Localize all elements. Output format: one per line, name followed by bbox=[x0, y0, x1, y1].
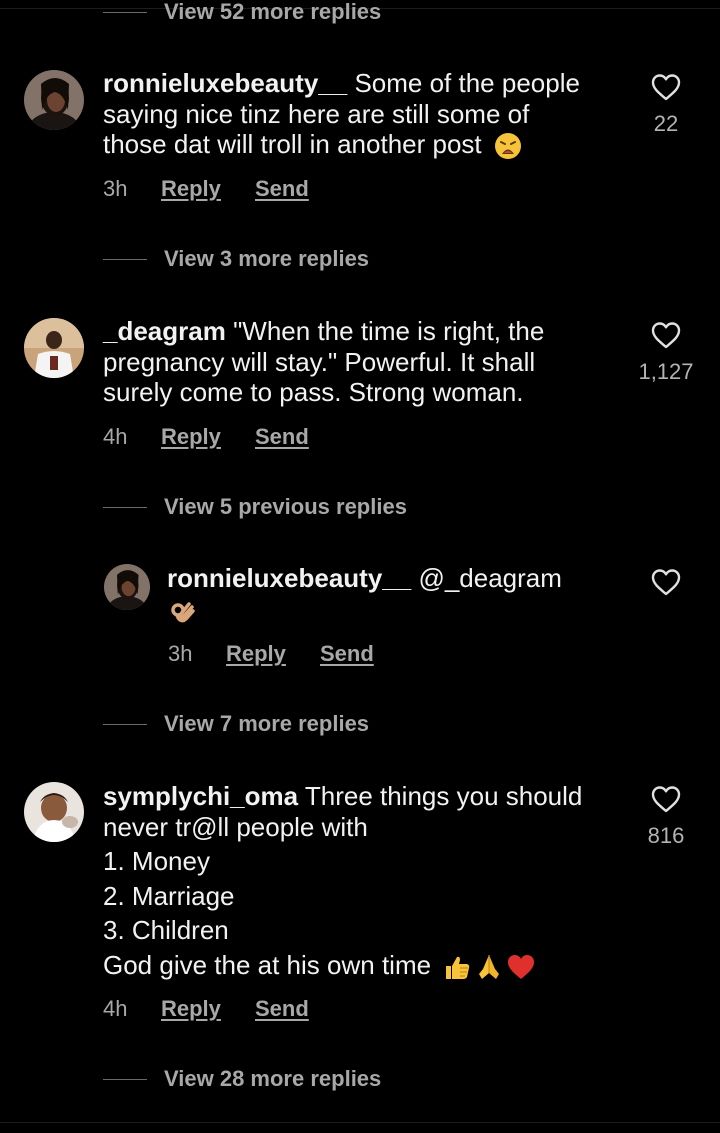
weary-face-emoji bbox=[493, 131, 523, 161]
send-button[interactable]: Send bbox=[320, 641, 374, 667]
avatar[interactable] bbox=[104, 564, 150, 610]
comment-meta: 4h Reply Send bbox=[103, 424, 309, 450]
view-previous-replies[interactable]: View 5 previous replies bbox=[103, 492, 407, 522]
comment-username[interactable]: ronnieluxebeauty__ bbox=[103, 68, 347, 98]
comment-body: symplychi_oma Three things you should ne… bbox=[103, 781, 582, 982]
view-more-replies-top[interactable]: View 52 more replies bbox=[103, 0, 381, 27]
bottom-divider bbox=[0, 1122, 720, 1123]
send-button[interactable]: Send bbox=[255, 176, 309, 202]
heart-outline-icon[interactable] bbox=[650, 567, 682, 597]
ok-hand-emoji bbox=[167, 596, 197, 626]
like-count: 22 bbox=[653, 111, 679, 136]
comment-username[interactable]: _deagram bbox=[103, 316, 226, 346]
comment-body: ronnieluxebeauty__ Some of the people sa… bbox=[103, 68, 580, 161]
replies-dash bbox=[103, 1078, 147, 1080]
reply-username[interactable]: ronnieluxebeauty__ bbox=[167, 563, 411, 593]
like-count: 816 bbox=[647, 823, 685, 848]
comment-time: 4h bbox=[103, 424, 128, 449]
reply-button[interactable]: Reply bbox=[161, 996, 255, 1022]
heart-outline-icon[interactable] bbox=[650, 72, 682, 102]
replies-dash bbox=[103, 11, 147, 13]
comment-body: _deagram "When the time is right, the pr… bbox=[103, 316, 545, 407]
avatar[interactable] bbox=[24, 782, 84, 842]
reply-button[interactable]: Reply bbox=[161, 424, 255, 450]
reply-body: ronnieluxebeauty__ @_deagram bbox=[167, 563, 562, 626]
comment-meta: 4h Reply Send bbox=[103, 996, 309, 1022]
replies-dash bbox=[103, 258, 147, 260]
like-count: 1,127 bbox=[638, 359, 694, 384]
reply-time: 3h bbox=[168, 641, 193, 666]
send-button[interactable]: Send bbox=[255, 996, 309, 1022]
heart-outline-icon[interactable] bbox=[650, 784, 682, 814]
comment-time: 4h bbox=[103, 996, 128, 1021]
mention-link[interactable]: @_deagram bbox=[418, 563, 561, 593]
red-heart-emoji bbox=[506, 952, 536, 982]
heart-outline-icon[interactable] bbox=[650, 320, 682, 350]
view-more-replies[interactable]: View 28 more replies bbox=[103, 1064, 381, 1094]
send-button[interactable]: Send bbox=[255, 424, 309, 450]
view-more-replies[interactable]: View 7 more replies bbox=[103, 709, 369, 739]
comment-time: 3h bbox=[103, 176, 128, 201]
reply-meta: 3h Reply Send bbox=[168, 641, 374, 667]
folded-hands-emoji bbox=[474, 952, 504, 982]
avatar[interactable] bbox=[24, 70, 84, 130]
replies-dash bbox=[103, 506, 147, 508]
avatar[interactable] bbox=[24, 318, 84, 378]
comment-username[interactable]: symplychi_oma bbox=[103, 781, 298, 811]
replies-dash bbox=[103, 723, 147, 725]
thumbs-up-emoji bbox=[442, 952, 472, 982]
reply-button[interactable]: Reply bbox=[161, 176, 255, 202]
view-more-replies[interactable]: View 3 more replies bbox=[103, 244, 369, 274]
reply-button[interactable]: Reply bbox=[226, 641, 320, 667]
comment-meta: 3h Reply Send bbox=[103, 176, 309, 202]
